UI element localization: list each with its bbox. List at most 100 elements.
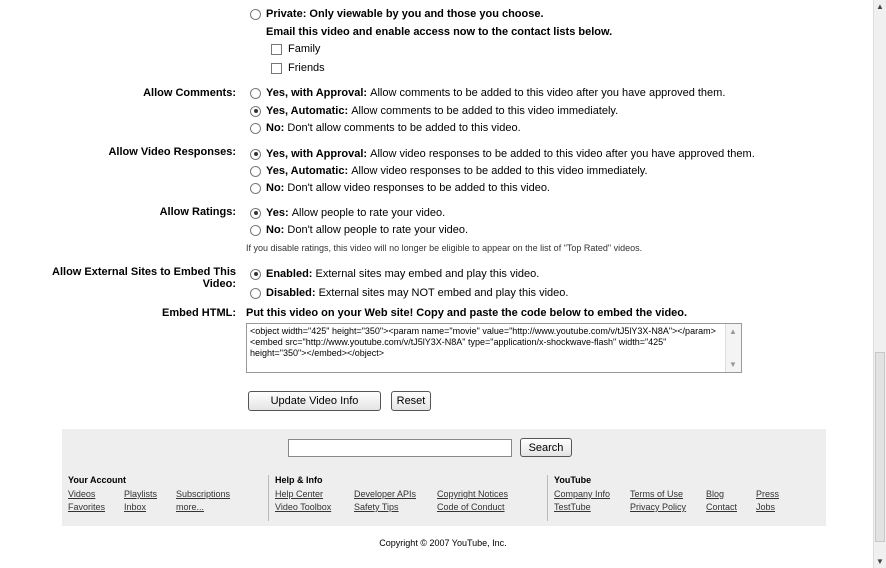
footer-search-button[interactable]: Search [520,438,572,457]
option-bold: Yes, Automatic: [266,105,349,117]
footer-link-contact[interactable]: Contact [706,502,737,512]
option-bold: No: [266,122,285,134]
option-text: External sites may NOT embed and play th… [318,287,569,299]
privacy-private-option[interactable]: Private: Only viewable by you and those … [250,8,544,20]
external-option-disabled[interactable]: Disabled: External sites may NOT embed a… [250,287,568,299]
footer-link-more[interactable]: more... [176,502,204,512]
contact-family[interactable]: Family [271,43,320,55]
external-enabled-radio[interactable] [250,268,261,280]
family-label: Family [288,43,321,55]
comments-label: Allow Comments: [143,87,236,99]
option-bold: Yes, with Approval: [266,87,368,99]
footer-link-videos[interactable]: Videos [68,489,95,499]
embed-scrollbar[interactable]: ▲ ▼ [725,324,741,372]
external-label: Allow External Sites to Embed This Video… [52,266,236,290]
footer-link-help-center[interactable]: Help Center [275,489,323,499]
privacy-private-radio[interactable] [250,8,261,20]
scrollbar-thumb[interactable] [875,352,885,542]
update-video-info-button[interactable]: Update Video Info [248,391,381,411]
footer-link-subscriptions[interactable]: Subscriptions [176,489,230,499]
option-bold: Yes, Automatic: [266,165,349,177]
footer-link-testtube[interactable]: TestTube [554,502,591,512]
ratings-label: Allow Ratings: [159,206,236,218]
option-text: Don't allow people to rate your video. [287,224,469,236]
copyright-text: Copyright © 2007 YouTube, Inc. [379,538,507,548]
footer-link-playlists[interactable]: Playlists [124,489,157,499]
external-label-line1: Allow External Sites to Embed This [52,266,236,278]
responses-option-automatic[interactable]: Yes, Automatic: Allow video responses to… [250,165,648,177]
option-bold: Enabled: [266,268,313,280]
footer-link-jobs[interactable]: Jobs [756,502,775,512]
video-settings-page: Private: Only viewable by you and those … [0,0,874,568]
option-text: Allow comments to be added to this video… [370,87,726,99]
footer-link-code-of-conduct[interactable]: Code of Conduct [437,502,505,512]
option-bold: No: [266,224,285,236]
option-text: External sites may embed and play this v… [315,268,540,280]
footer-link-copyright-notices[interactable]: Copyright Notices [437,489,508,499]
responses-label: Allow Video Responses: [108,146,236,158]
option-text: Allow video responses to be added to thi… [351,165,648,177]
ratings-no-radio[interactable] [250,224,261,236]
external-option-enabled[interactable]: Enabled: External sites may embed and pl… [250,268,539,280]
comments-option-approval[interactable]: Yes, with Approval: Allow comments to be… [250,87,725,99]
footer-account-title: Your Account [68,475,126,485]
footer-divider [268,475,269,521]
comments-automatic-radio[interactable] [250,105,261,117]
footer-search-input[interactable] [288,439,512,457]
friends-checkbox[interactable] [271,62,282,74]
option-text: Allow people to rate your video. [291,207,446,219]
footer-divider [547,475,548,521]
responses-option-approval[interactable]: Yes, with Approval: Allow video response… [250,148,755,160]
responses-automatic-radio[interactable] [250,165,261,177]
page-scrollbar[interactable]: ▲ ▼ [873,0,886,568]
embed-headline-text: Put this video on your Web site! Copy an… [246,307,688,319]
comments-option-automatic[interactable]: Yes, Automatic: Allow comments to be add… [250,105,618,117]
scroll-down-icon[interactable]: ▼ [729,359,737,370]
comments-option-no[interactable]: No: Don't allow comments to be added to … [250,122,521,134]
email-line-text: Email this video and enable access now t… [266,26,613,38]
friends-label: Friends [288,62,325,74]
option-text: Allow video responses to be added to thi… [370,148,755,160]
footer-link-terms-of-use[interactable]: Terms of Use [630,489,683,499]
footer-youtube-title: YouTube [554,475,592,485]
option-text: Allow comments to be added to this video… [351,105,619,117]
email-line: Email this video and enable access now t… [266,26,612,38]
option-text: Don't allow comments to be added to this… [287,122,521,134]
option-bold: Disabled: [266,287,316,299]
option-bold: No: [266,182,285,194]
embed-code-text: <object width="425" height="350"><param … [250,326,716,358]
embed-headline: Put this video on your Web site! Copy an… [246,307,687,319]
privacy-private-text: Only viewable by you and those you choos… [309,8,544,20]
external-disabled-radio[interactable] [250,287,261,299]
footer-link-favorites[interactable]: Favorites [68,502,105,512]
embed-label: Embed HTML: [162,307,236,319]
footer: Search Your Account Videos Playlists Sub… [62,429,826,526]
footer-link-inbox[interactable]: Inbox [124,502,146,512]
footer-link-company-info[interactable]: Company Info [554,489,610,499]
footer-link-privacy-policy[interactable]: Privacy Policy [630,502,686,512]
responses-no-radio[interactable] [250,182,261,194]
embed-code-textarea[interactable]: <object width="425" height="350"><param … [246,323,742,373]
footer-link-developer-apis[interactable]: Developer APIs [354,489,416,499]
contact-friends[interactable]: Friends [271,62,325,74]
responses-option-no[interactable]: No: Don't allow video responses to be ad… [250,182,550,194]
footer-link-safety-tips[interactable]: Safety Tips [354,502,399,512]
ratings-option-yes[interactable]: Yes: Allow people to rate your video. [250,207,445,219]
scroll-up-icon[interactable]: ▲ [876,2,884,11]
privacy-private-bold: Private: [266,8,307,20]
option-bold: Yes, with Approval: [266,148,368,160]
footer-link-press[interactable]: Press [756,489,779,499]
reset-button[interactable]: Reset [391,391,431,411]
responses-approval-radio[interactable] [250,148,261,160]
option-bold: Yes: [266,207,289,219]
option-text: Don't allow video responses to be added … [287,182,550,194]
ratings-option-no[interactable]: No: Don't allow people to rate your vide… [250,224,468,236]
family-checkbox[interactable] [271,43,282,55]
scroll-up-icon[interactable]: ▲ [729,326,737,337]
scroll-down-icon[interactable]: ▼ [876,557,884,566]
footer-link-video-toolbox[interactable]: Video Toolbox [275,502,331,512]
comments-no-radio[interactable] [250,122,261,134]
footer-link-blog[interactable]: Blog [706,489,724,499]
ratings-yes-radio[interactable] [250,207,261,219]
comments-approval-radio[interactable] [250,87,261,99]
